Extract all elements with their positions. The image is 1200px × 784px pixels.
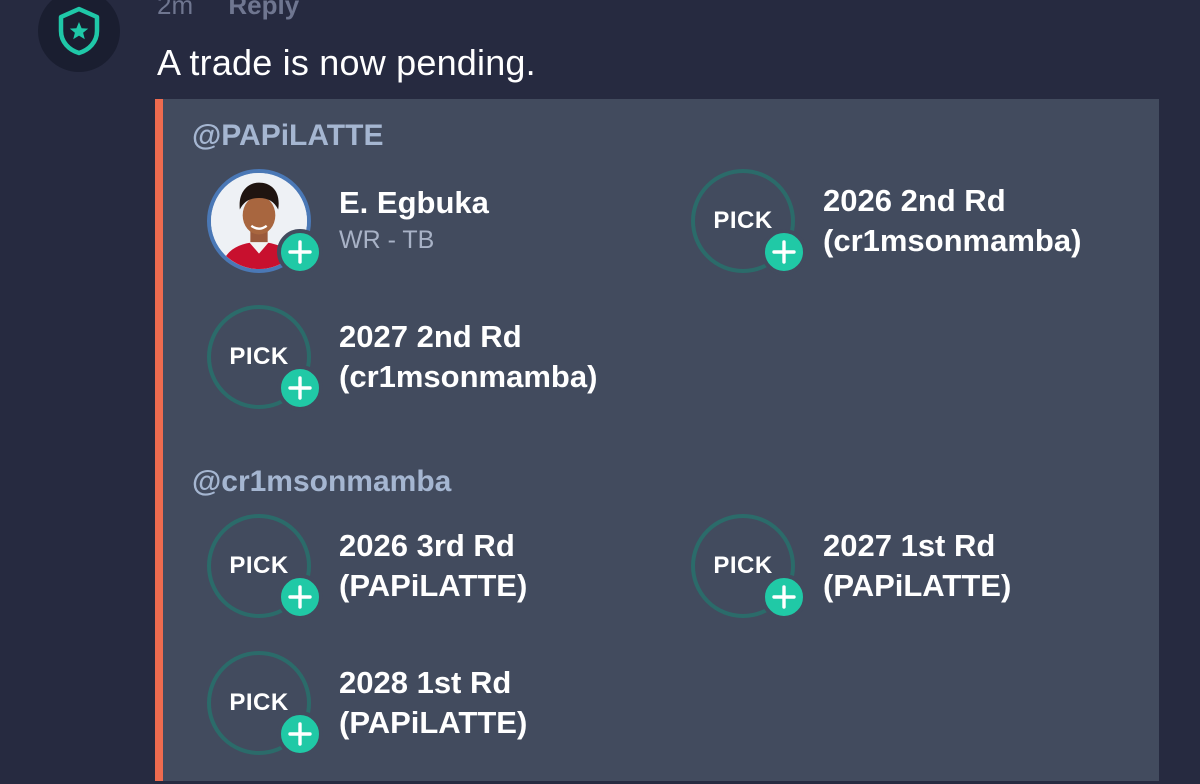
asset-icon: PICK bbox=[207, 651, 323, 757]
asset-pick-2028-1st[interactable]: PICK 2028 1st Rd (PAPiLATTE) bbox=[207, 651, 527, 757]
asset-icon: PICK bbox=[691, 169, 807, 275]
trade-card: @PAPiLATTE E. Egbuka WR - TB PICK 2026 2… bbox=[155, 99, 1159, 781]
asset-icon: PICK bbox=[691, 514, 807, 620]
timestamp: 2m bbox=[157, 0, 194, 20]
shield-star-icon bbox=[58, 6, 100, 56]
pick-owner: (PAPiLATTE) bbox=[339, 705, 528, 740]
add-asset-button[interactable] bbox=[277, 711, 323, 757]
asset-pick-2026-3rd[interactable]: PICK 2026 3rd Rd (PAPiLATTE) bbox=[207, 514, 527, 620]
asset-player-egbuka[interactable]: E. Egbuka WR - TB bbox=[207, 169, 489, 275]
pick-owner: (PAPiLATTE) bbox=[339, 568, 528, 603]
asset-text: E. Egbuka WR - TB bbox=[339, 169, 489, 257]
add-asset-button[interactable] bbox=[277, 365, 323, 411]
asset-text: 2026 2nd Rd (cr1msonmamba) bbox=[823, 169, 1081, 261]
team-handle-cr1msonmamba[interactable]: @cr1msonmamba bbox=[192, 465, 451, 499]
asset-icon bbox=[207, 169, 323, 275]
pick-round: 2027 1st Rd bbox=[823, 528, 996, 563]
plus-icon bbox=[288, 585, 312, 609]
plus-icon bbox=[288, 240, 312, 264]
asset-pick-2026-2nd[interactable]: PICK 2026 2nd Rd (cr1msonmamba) bbox=[691, 169, 1081, 275]
plus-icon bbox=[772, 240, 796, 264]
asset-pick-2027-2nd[interactable]: PICK 2027 2nd Rd (cr1msonmamba) bbox=[207, 305, 597, 411]
asset-text: 2027 1st Rd (PAPiLATTE) bbox=[823, 514, 1011, 606]
add-asset-button[interactable] bbox=[761, 229, 807, 275]
asset-text: 2026 3rd Rd (PAPiLATTE) bbox=[339, 514, 527, 606]
plus-icon bbox=[288, 376, 312, 400]
asset-text: 2027 2nd Rd (cr1msonmamba) bbox=[339, 305, 597, 397]
plus-icon bbox=[772, 585, 796, 609]
add-asset-button[interactable] bbox=[277, 229, 323, 275]
asset-pick-2027-1st[interactable]: PICK 2027 1st Rd (PAPiLATTE) bbox=[691, 514, 1011, 620]
asset-icon: PICK bbox=[207, 305, 323, 411]
pick-round: 2028 1st Rd bbox=[339, 665, 512, 700]
chat-page: 2m Reply A trade is now pending. @PAPiLA… bbox=[0, 0, 1200, 784]
message-text: A trade is now pending. bbox=[157, 42, 536, 83]
plus-icon bbox=[288, 722, 312, 746]
message-meta: 2m Reply bbox=[157, 0, 299, 21]
pick-round: 2026 3rd Rd bbox=[339, 528, 515, 563]
player-name: E. Egbuka bbox=[339, 185, 489, 220]
pick-round: 2027 2nd Rd bbox=[339, 319, 522, 354]
team-handle-papilatte[interactable]: @PAPiLATTE bbox=[192, 119, 383, 153]
player-position: WR - TB bbox=[339, 226, 435, 254]
pick-round: 2026 2nd Rd bbox=[823, 183, 1006, 218]
add-asset-button[interactable] bbox=[277, 574, 323, 620]
bot-avatar[interactable] bbox=[38, 0, 120, 72]
pick-owner: (cr1msonmamba) bbox=[339, 359, 598, 394]
asset-icon: PICK bbox=[207, 514, 323, 620]
pick-owner: (PAPiLATTE) bbox=[823, 568, 1012, 603]
pick-owner: (cr1msonmamba) bbox=[823, 223, 1082, 258]
add-asset-button[interactable] bbox=[761, 574, 807, 620]
reply-button[interactable]: Reply bbox=[228, 0, 299, 20]
asset-text: 2028 1st Rd (PAPiLATTE) bbox=[339, 651, 527, 743]
